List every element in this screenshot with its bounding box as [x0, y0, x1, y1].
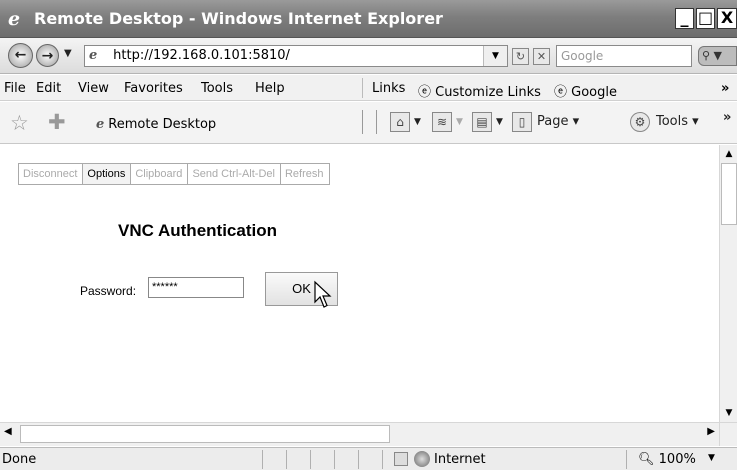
- status-divider: [626, 450, 627, 469]
- close-button[interactable]: X: [717, 8, 737, 29]
- maximize-button[interactable]: □: [696, 8, 715, 29]
- feeds-icon[interactable]: ≋: [432, 112, 452, 132]
- protected-mode-icon: [394, 452, 408, 466]
- separator: [376, 110, 377, 134]
- refresh-icon[interactable]: ↻: [512, 48, 529, 65]
- page-icon: ⓔ: [554, 85, 568, 100]
- status-divider: [382, 450, 383, 469]
- menu-favorites[interactable]: Favorites: [124, 81, 183, 96]
- print-icon[interactable]: ▤: [472, 112, 492, 132]
- command-overflow-icon[interactable]: »: [723, 110, 731, 125]
- status-text: Done: [2, 452, 37, 467]
- stop-icon[interactable]: ✕: [533, 48, 550, 65]
- forward-button[interactable]: →: [36, 44, 59, 67]
- scroll-down-icon[interactable]: ▼: [720, 404, 737, 422]
- mouse-cursor-icon: [314, 280, 332, 308]
- separator: [362, 110, 363, 134]
- address-bar: ← → ▼ e http://192.168.0.101:5810/ ▼ ↻ ✕…: [0, 38, 737, 74]
- page-menu-icon[interactable]: ▯: [512, 112, 532, 132]
- horizontal-scroll-thumb[interactable]: [20, 425, 390, 443]
- links-overflow-icon[interactable]: »: [721, 81, 729, 96]
- search-input[interactable]: Google: [556, 45, 692, 67]
- disconnect-button[interactable]: Disconnect: [19, 164, 84, 184]
- security-zone: Internet: [434, 452, 486, 467]
- link-customize-links[interactable]: ⓔ Customize Links: [418, 81, 541, 100]
- feeds-dropdown-icon[interactable]: ▼: [456, 117, 463, 127]
- window-title: Remote Desktop - Windows Internet Explor…: [34, 9, 443, 28]
- add-favorite-icon[interactable]: ✚: [48, 110, 66, 134]
- vnc-toolbar: Disconnect Options Clipboard Send Ctrl-A…: [18, 163, 330, 185]
- vertical-scroll-thumb[interactable]: [721, 163, 737, 225]
- menu-tools[interactable]: Tools: [201, 81, 233, 96]
- page-menu-button[interactable]: Page ▾: [537, 114, 579, 129]
- back-arrow-icon: ←: [14, 47, 27, 63]
- status-bar: Done Internet 🔍︎ 100% ▼: [0, 447, 737, 470]
- home-dropdown-icon[interactable]: ▼: [414, 117, 421, 127]
- page-icon: ⓔ: [418, 85, 432, 100]
- internet-zone-icon: [414, 451, 430, 467]
- url-field[interactable]: e http://192.168.0.101:5810/ ▼: [84, 45, 508, 67]
- search-button[interactable]: ⚲ ▼: [698, 46, 737, 66]
- password-label: Password:: [80, 284, 137, 298]
- minimize-button[interactable]: _: [675, 8, 694, 29]
- menu-separator: [362, 78, 363, 98]
- scrollbar-corner: [719, 422, 737, 446]
- page-title: VNC Authentication: [118, 221, 277, 240]
- status-divider: [310, 450, 311, 469]
- search-icon: ⚲: [702, 49, 711, 62]
- scroll-up-icon[interactable]: ▲: [720, 145, 737, 163]
- tab-remote-desktop[interactable]: e Remote Desktop: [96, 117, 216, 132]
- tools-gear-icon[interactable]: ⚙: [630, 112, 650, 132]
- zoom-dropdown-icon[interactable]: ▼: [708, 453, 715, 463]
- tools-menu-button[interactable]: Tools ▾: [656, 114, 699, 129]
- page-icon: e: [96, 117, 105, 132]
- scroll-left-icon[interactable]: ◀: [4, 426, 12, 437]
- links-label: Links: [372, 81, 406, 96]
- home-icon[interactable]: ⌂: [390, 112, 410, 132]
- menu-help[interactable]: Help: [255, 81, 285, 96]
- title-bar: e Remote Desktop - Windows Internet Expl…: [0, 0, 737, 38]
- page-content: Disconnect Options Clipboard Send Ctrl-A…: [0, 145, 719, 422]
- menu-view[interactable]: View: [78, 81, 109, 96]
- menu-file[interactable]: File: [4, 81, 26, 96]
- menu-bar: File Edit View Favorites Tools Help Link…: [0, 75, 737, 101]
- link-google[interactable]: ⓔ Google: [554, 81, 617, 100]
- print-dropdown-icon[interactable]: ▼: [496, 117, 503, 127]
- scroll-right-icon[interactable]: ▶: [707, 426, 715, 437]
- back-button[interactable]: ←: [8, 43, 33, 68]
- history-dropdown-icon[interactable]: ▼: [64, 48, 72, 59]
- horizontal-scrollbar[interactable]: ◀ ▶: [0, 422, 719, 446]
- zoom-icon: 🔍︎: [638, 452, 655, 467]
- status-divider: [262, 450, 263, 469]
- password-field[interactable]: ******: [148, 277, 244, 298]
- favorites-star-icon[interactable]: ☆: [10, 111, 29, 135]
- url-dropdown-icon[interactable]: ▼: [483, 46, 507, 66]
- page-icon: e: [89, 48, 98, 63]
- status-divider: [334, 450, 335, 469]
- ie-logo-icon: e: [8, 8, 21, 30]
- url-text: http://192.168.0.101:5810/: [113, 48, 290, 63]
- send-ctrl-alt-del-button[interactable]: Send Ctrl-Alt-Del: [188, 164, 281, 184]
- clipboard-button[interactable]: Clipboard: [131, 164, 189, 184]
- options-button[interactable]: Options: [83, 164, 132, 184]
- status-divider: [286, 450, 287, 469]
- menu-edit[interactable]: Edit: [36, 81, 61, 96]
- zoom-level[interactable]: 🔍︎ 100%: [638, 452, 696, 467]
- refresh-button[interactable]: Refresh: [281, 164, 329, 184]
- command-bar: ☆ ✚ e Remote Desktop ⌂ ▼ ≋ ▼ ▤ ▼ ▯ Page ▾…: [0, 102, 737, 144]
- forward-arrow-icon: →: [41, 48, 54, 64]
- vertical-scrollbar[interactable]: ▲ ▼: [719, 145, 737, 422]
- status-divider: [358, 450, 359, 469]
